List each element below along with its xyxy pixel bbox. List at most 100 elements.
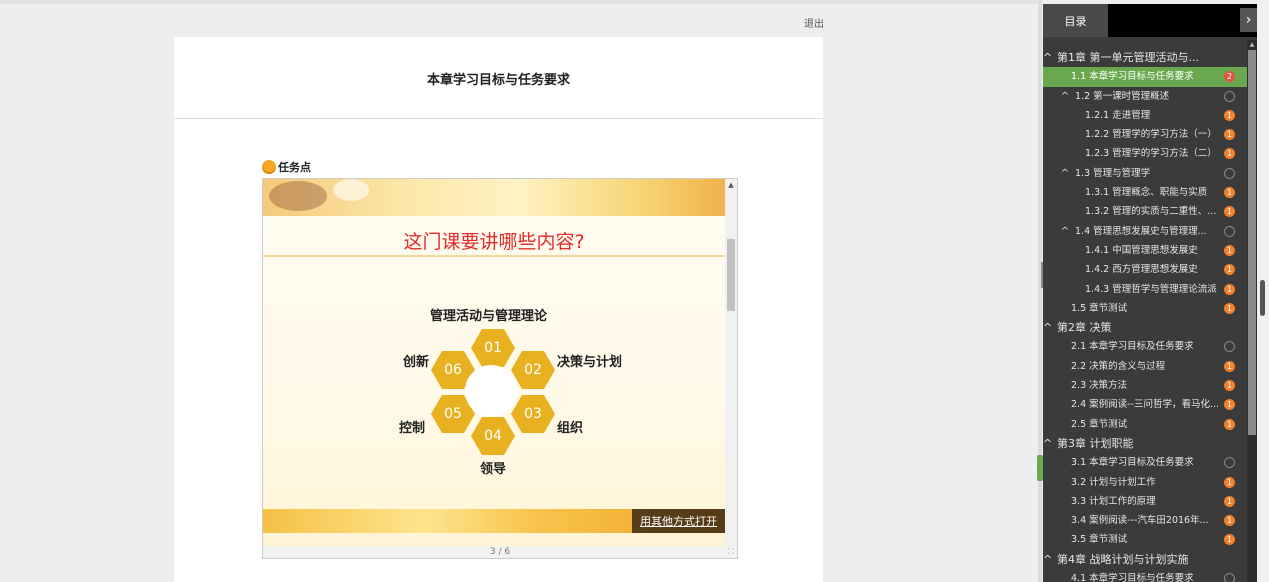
toc-item-label: 2.2 决策的含义与过程 [1071, 360, 1166, 372]
toc-item-label: 4.1 本章学习目标与任务要求 [1071, 573, 1194, 582]
top-bar [0, 0, 1038, 4]
open-other-way-button[interactable]: 用其他方式打开 [632, 509, 725, 533]
task-count-badge: 1 [1224, 476, 1235, 488]
toc-item[interactable]: 3.4 案例阅读---汽车田2016年... 1 [1043, 511, 1247, 530]
page-title: 本章学习目标与任务要求 [426, 73, 570, 88]
toc-chapter[interactable]: ^ 第3章 计划职能 [1043, 434, 1247, 453]
task-count-badge: 1 [1224, 187, 1235, 199]
page-indicator: 3 / 6 ⛶ [263, 546, 737, 558]
toc-item[interactable]: 3.3 计划工作的原理 1 [1043, 492, 1247, 511]
scrollbar-thumb[interactable] [1248, 50, 1256, 435]
scroll-up-icon[interactable]: ▲ [725, 179, 737, 191]
toc-item-label: 1.3 管理与管理学 [1075, 167, 1151, 179]
toc-panel: 目录 › ^ 第1章 第一单元管理活动与... 1.1 本章学习目标与任务要求 2 ^ 1… [1043, 4, 1257, 582]
toc-item[interactable]: 3.5 章节测试 1 [1043, 530, 1247, 549]
toc-chapter[interactable]: ^ 第4章 战略计划与计划实施 [1043, 550, 1247, 569]
toc-item[interactable]: 1.4.1 中国管理思想发展史 1 [1043, 241, 1247, 260]
tab-toc[interactable]: 目录 [1043, 4, 1108, 37]
task-count-badge: 1 [1224, 109, 1235, 121]
logout-link[interactable]: 退出 [804, 15, 824, 30]
scroll-up-icon[interactable]: ▲ [1247, 40, 1257, 50]
page-scrollbar[interactable] [1257, 0, 1269, 582]
toc-scrollbar[interactable]: ▲ [1247, 40, 1257, 582]
toc-item-label: 1.4 管理思想发展史与管理理... [1075, 225, 1207, 237]
scrollbar-thumb[interactable] [1260, 280, 1265, 316]
toc-item-label: 第2章 决策 [1057, 321, 1112, 335]
task-count-badge: 1 [1224, 129, 1235, 141]
task-count-badge: 1 [1224, 360, 1235, 372]
diagram-label-right-top: 决策与计划 [557, 355, 623, 370]
toc-item[interactable]: 2.1 本章学习目标及任务要求 [1043, 337, 1247, 356]
toc-item[interactable]: 1.1 本章学习目标与任务要求 2 [1043, 67, 1247, 87]
toc-item[interactable]: 2.3 决策方法 1 [1043, 376, 1247, 395]
chevron-up-icon[interactable]: ^ [1043, 550, 1052, 569]
toc-item-label: 1.4.3 管理哲学与管理理论流派 [1085, 283, 1217, 295]
chevron-right-icon[interactable]: › [1240, 8, 1257, 32]
toc-item-label: 1.3.1 管理概念、职能与实质 [1085, 187, 1208, 199]
toc-item[interactable]: ^ 1.3 管理与管理学 [1043, 164, 1247, 183]
chevron-up-icon[interactable]: ^ [1043, 318, 1052, 337]
toc-item[interactable]: 1.3.2 管理的实质与二重性、... 1 [1043, 202, 1247, 221]
toc-item[interactable]: ^ 1.4 管理思想发展史与管理理... [1043, 222, 1247, 241]
toc-item-label: 3.5 章节测试 [1071, 534, 1128, 546]
task-count-badge: 1 [1224, 206, 1235, 218]
status-circle-icon [1224, 225, 1235, 237]
slide-heading: 这门课要讲哪些内容? [403, 231, 585, 253]
toc-item-label: 3.3 计划工作的原理 [1071, 495, 1156, 507]
hex-04: 04 [471, 417, 515, 455]
status-circle-icon [1224, 457, 1235, 469]
toc-item-label: 3.4 案例阅读---汽车田2016年... [1071, 515, 1209, 527]
diagram-label-bottom: 领导 [480, 462, 507, 477]
task-point-text: 任务点 [278, 161, 311, 174]
chevron-up-icon[interactable]: ^ [1043, 434, 1052, 453]
chevron-up-icon[interactable]: ^ [1061, 164, 1069, 183]
toc-item-label: 1.2.3 管理学的学习方法（二） [1085, 148, 1217, 160]
toc-item-label: 第3章 计划职能 [1057, 436, 1134, 450]
status-circle-icon [1224, 341, 1235, 353]
task-count-badge: 1 [1224, 534, 1235, 546]
hex-03: 03 [511, 395, 555, 433]
toc-item-label: 3.2 计划与计划工作 [1071, 476, 1156, 488]
toc-item[interactable]: 3.1 本章学习目标及任务要求 [1043, 453, 1247, 472]
chevron-up-icon[interactable]: ^ [1061, 87, 1069, 106]
page-number: 3 / 6 [489, 547, 511, 557]
task-count-badge: 1 [1224, 380, 1235, 392]
scrollbar-thumb[interactable] [727, 239, 735, 311]
task-point-label: 任务点 [262, 159, 311, 175]
diagram-label-left-top: 创新 [403, 355, 430, 370]
toc-item-label: 1.3.2 管理的实质与二重性、... [1085, 206, 1217, 218]
document-viewer[interactable]: 这门课要讲哪些内容? 01 02 03 04 05 06 管理活动与管理理论 决… [262, 178, 738, 559]
toc-item[interactable]: 4.1 本章学习目标与任务要求 [1043, 569, 1247, 582]
toc-item[interactable]: 2.5 章节测试 1 [1043, 415, 1247, 434]
viewer-scrollbar[interactable]: ▲ [725, 179, 737, 546]
divider [174, 118, 823, 119]
task-point-icon [262, 160, 276, 174]
panel-splitter[interactable] [1038, 0, 1042, 582]
task-count-badge: 1 [1224, 495, 1235, 507]
toc-item-label: 第4章 战略计划与计划实施 [1057, 552, 1189, 566]
chevron-up-icon[interactable]: ^ [1061, 222, 1069, 241]
toc-item[interactable]: 1.3.1 管理概念、职能与实质 1 [1043, 183, 1247, 202]
toc-item[interactable]: ^ 1.2 第一课时管理概述 [1043, 87, 1247, 106]
hex-01: 01 [471, 329, 515, 367]
toc-item[interactable]: 1.2.2 管理学的学习方法（一） 1 [1043, 125, 1247, 144]
slide: 这门课要讲哪些内容? 01 02 03 04 05 06 管理活动与管理理论 决… [263, 179, 725, 546]
hex-02: 02 [511, 351, 555, 389]
fullscreen-icon[interactable]: ⛶ [728, 546, 734, 558]
toc-item[interactable]: 2.2 决策的含义与过程 1 [1043, 357, 1247, 376]
toc-chapter[interactable]: ^ 第1章 第一单元管理活动与... [1043, 48, 1247, 67]
toc-item[interactable]: 3.2 计划与计划工作 1 [1043, 473, 1247, 492]
toc-item[interactable]: 1.4.2 西方管理思想发展史 1 [1043, 260, 1247, 279]
chevron-up-icon[interactable]: ^ [1043, 48, 1052, 67]
toc-item[interactable]: 1.4.3 管理哲学与管理理论流派 1 [1043, 280, 1247, 299]
task-count-badge: 1 [1224, 148, 1235, 160]
toc-item-label: 1.1 本章学习目标与任务要求 [1071, 71, 1194, 83]
toc-item[interactable]: 1.2.1 走进管理 1 [1043, 106, 1247, 125]
toc-item[interactable]: 1.2.3 管理学的学习方法（二） 1 [1043, 144, 1247, 163]
task-count-badge: 1 [1224, 244, 1235, 256]
toc-item[interactable]: 2.4 案例阅读--三问哲学，看马化... 1 [1043, 395, 1247, 414]
toc-item[interactable]: 1.5 章节测试 1 [1043, 299, 1247, 318]
toc-chapter[interactable]: ^ 第2章 决策 [1043, 318, 1247, 337]
toc-header: 目录 › [1043, 4, 1257, 37]
task-count-badge: 1 [1224, 418, 1235, 430]
